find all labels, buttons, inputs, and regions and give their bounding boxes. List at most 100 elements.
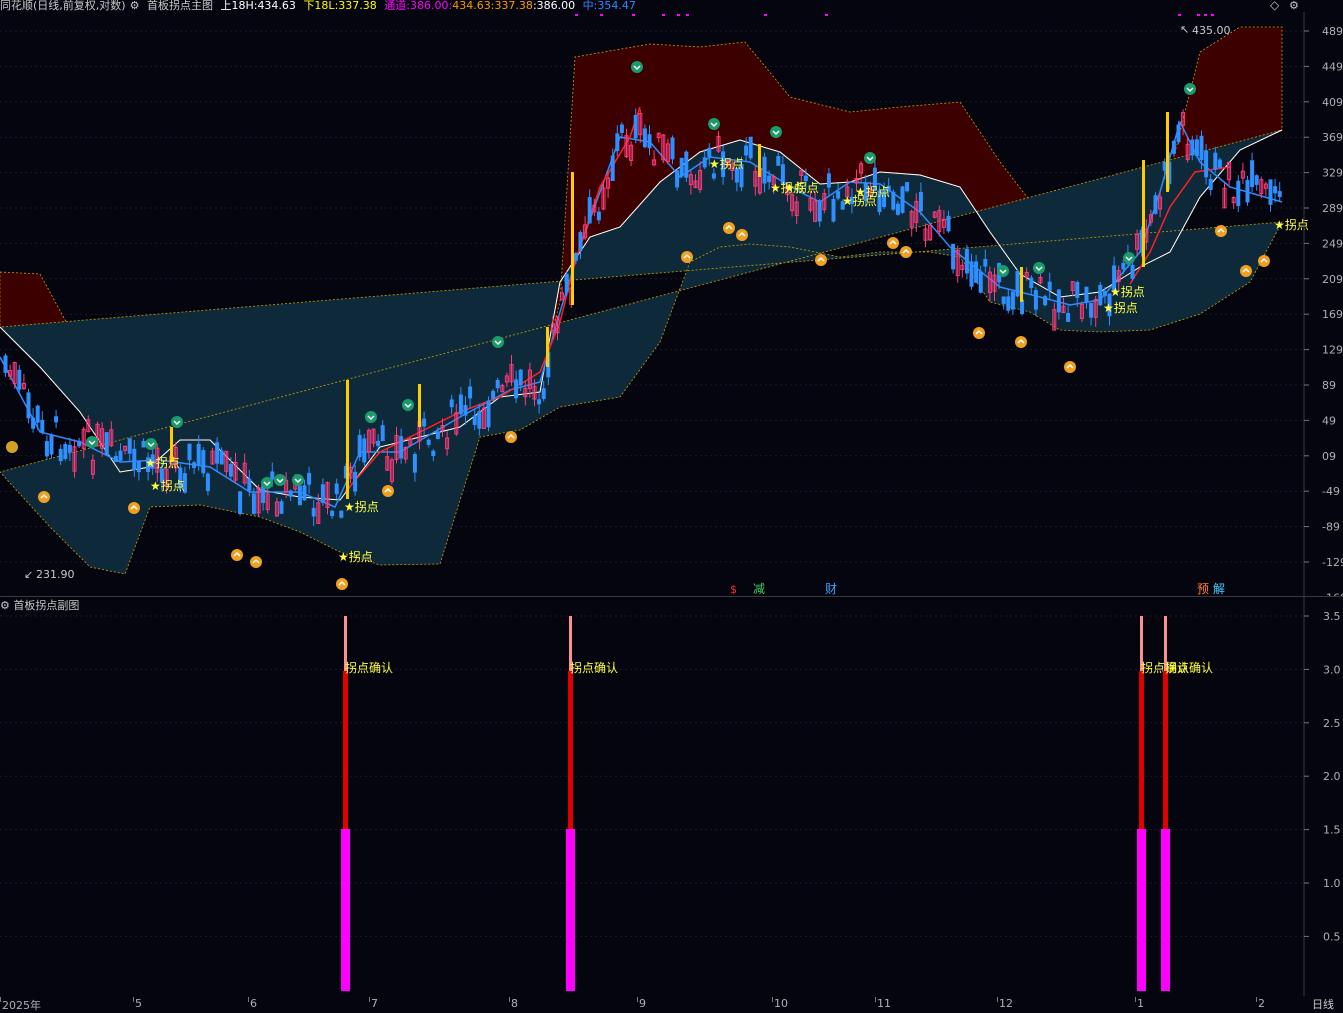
candle-body (491, 390, 496, 400)
sell-signal-icon[interactable] (997, 265, 1009, 277)
main-y-axis: 489 449 409 369 329 289 249 209 169 129 89 49 09 -49 -… (1304, 25, 1343, 596)
candle-body (776, 155, 781, 166)
buy-signal-icon[interactable] (681, 251, 693, 263)
candle-body (431, 450, 436, 457)
sub-y-tick-label: 3.5 (1323, 610, 1341, 623)
candle-body (1075, 282, 1080, 298)
y-tick-label: 409 (1322, 96, 1343, 109)
x-tick (1135, 997, 1136, 1002)
x-tick-label: 10 (774, 997, 788, 1010)
x-tick (248, 997, 249, 1002)
sell-signal-icon[interactable] (770, 126, 782, 138)
event-finance[interactable]: 财 (825, 582, 837, 596)
candle-body (472, 415, 477, 426)
channel-v2: 434.63 (452, 0, 491, 12)
candle-body (1171, 140, 1176, 154)
indicator-name[interactable]: 首板拐点主图 (147, 0, 213, 12)
candle-body (1190, 139, 1195, 156)
buy-signal-icon[interactable] (231, 549, 243, 561)
candle-body (675, 170, 680, 188)
buy-signal-icon[interactable] (887, 237, 899, 249)
buy-signal-icon[interactable] (128, 502, 140, 514)
signal-bar (1166, 112, 1169, 192)
buy-signal-icon[interactable] (900, 246, 912, 258)
sell-signal-icon[interactable] (292, 474, 304, 486)
sell-signal-icon[interactable] (1184, 83, 1196, 95)
sell-signal-icon[interactable] (1033, 262, 1045, 274)
x-tick-label: 9 (639, 997, 646, 1010)
candle-body (537, 399, 542, 405)
y-tick-label: 89 (1322, 379, 1336, 392)
event-reduce[interactable]: 减 (753, 582, 765, 596)
sell-signal-icon[interactable] (402, 399, 414, 411)
sell-signal-icon[interactable] (864, 152, 876, 164)
sell-signal-icon[interactable] (708, 118, 720, 130)
buy-signal-icon[interactable] (336, 578, 348, 590)
buy-signal-icon[interactable] (1215, 225, 1227, 237)
sell-signal-icon[interactable] (145, 438, 157, 450)
candle-body (261, 485, 266, 503)
candle-body (54, 416, 59, 423)
buy-signal-icon[interactable] (815, 254, 827, 266)
candle-body (334, 483, 339, 495)
event-dollar[interactable]: $ (730, 583, 737, 596)
buy-signal-icon[interactable] (973, 327, 985, 339)
low-price-value: 231.90 (36, 568, 75, 581)
candle-body (288, 490, 293, 497)
sell-signal-icon[interactable] (86, 436, 98, 448)
y-tick-label: 449 (1322, 60, 1343, 73)
candle-body (353, 471, 358, 492)
candle-body (205, 473, 210, 492)
candle-body (1268, 179, 1273, 205)
sell-signal-icon[interactable] (261, 477, 273, 489)
candle-body (247, 478, 252, 491)
candle-body (302, 485, 307, 501)
money-bag-icon[interactable] (6, 441, 18, 453)
candle-body (104, 432, 109, 456)
buy-signal-icon[interactable] (736, 229, 748, 241)
signal-confirm-label: 拐点确认 (570, 660, 618, 675)
sell-signal-icon[interactable] (631, 61, 643, 73)
buy-signal-icon[interactable] (38, 491, 50, 503)
buy-signal-icon[interactable] (250, 556, 262, 568)
buy-signal-icon[interactable] (1015, 336, 1027, 348)
candle-body (3, 355, 8, 373)
candle-body (376, 440, 381, 446)
period-button[interactable]: 日线 (1312, 996, 1334, 1012)
high-price-label: ↖ (1180, 23, 1189, 36)
buy-signal-icon[interactable] (1064, 361, 1076, 373)
candle-body (238, 491, 243, 515)
chart-tools-icon[interactable]: ⚙ (1289, 0, 1299, 12)
sell-signal-icon[interactable] (492, 336, 504, 348)
buy-signal-icon[interactable] (723, 222, 735, 234)
x-tick (509, 997, 510, 1002)
candle-body (647, 134, 652, 149)
sell-signal-icon[interactable] (365, 411, 377, 423)
pivot-label: ★拐点 (1110, 284, 1145, 299)
indicator-toggle-icon[interactable]: ⚙ (130, 0, 140, 12)
candle-body (362, 438, 367, 463)
main-chart[interactable]: ★拐点★拐点★拐点★拐点★拐点★拐点★拐点 ★拐点★拐点★拐点★拐点★拐点 489… (0, 12, 1343, 596)
sell-signal-icon[interactable] (1123, 252, 1135, 264)
sub-y-tick-label: 1.5 (1323, 824, 1341, 837)
sell-signal-icon[interactable] (274, 474, 286, 486)
candle-body (578, 232, 583, 251)
top-dot-marker (764, 14, 767, 16)
sub-grid (0, 615, 1304, 937)
diamond-icon[interactable]: ◇ (1270, 0, 1279, 12)
candle-body (978, 271, 983, 293)
x-tick (772, 997, 773, 1002)
sell-signal-icon[interactable] (171, 416, 183, 428)
event-unlock[interactable]: 解 (1213, 582, 1225, 596)
candle-body (412, 453, 417, 473)
event-forecast[interactable]: 预 (1197, 582, 1209, 596)
buy-signal-icon[interactable] (382, 485, 394, 497)
buy-signal-icon[interactable] (1258, 255, 1270, 267)
buy-signal-icon[interactable] (505, 431, 517, 443)
candle-body (946, 215, 951, 232)
candle-body (1194, 139, 1199, 157)
signal-mid-bar (1163, 671, 1168, 829)
sub-chart[interactable]: 拐点确认拐点确认拐点确认拐点确认 3.53.02.52.01.51.00.5 (0, 596, 1343, 996)
buy-signal-icon[interactable] (1240, 265, 1252, 277)
candle-body (918, 191, 923, 212)
